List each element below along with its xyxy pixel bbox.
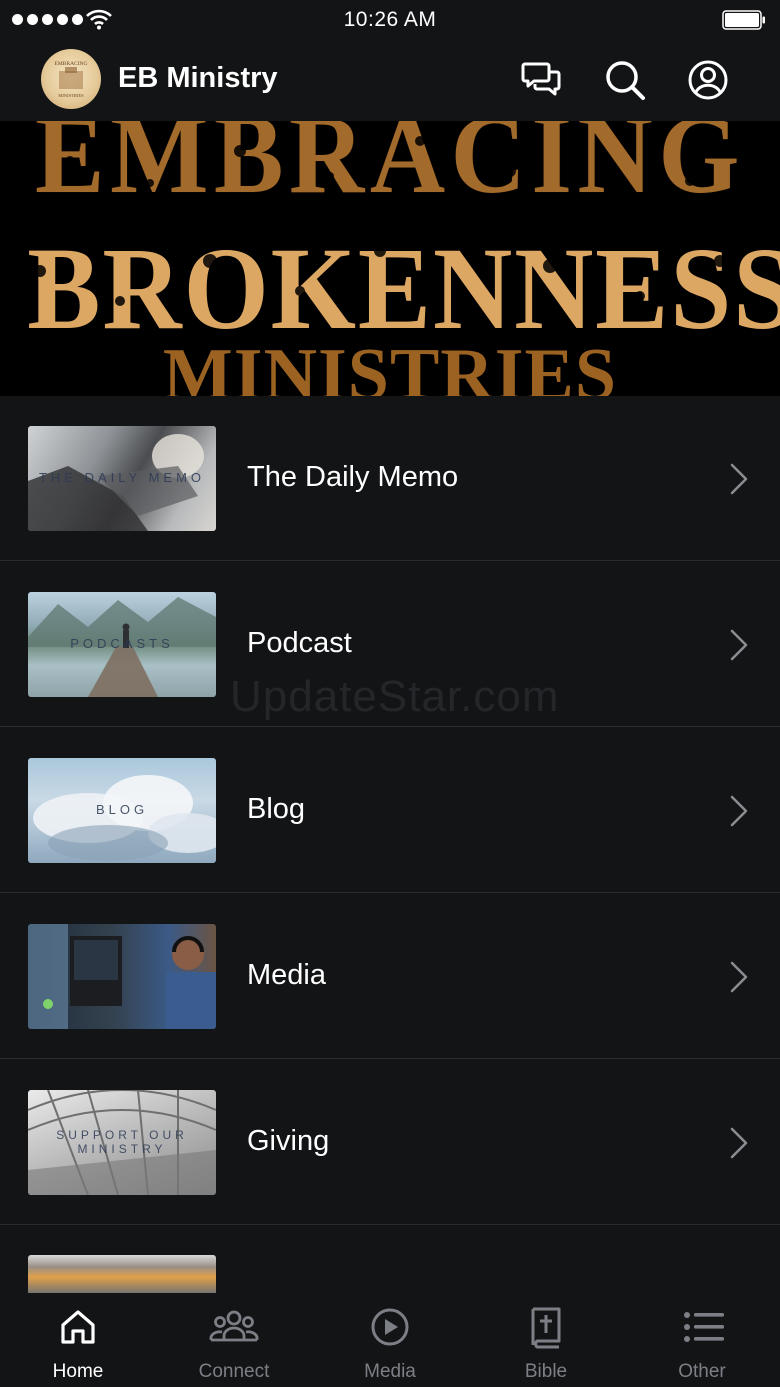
tab-other[interactable]: Other [624, 1293, 780, 1387]
blog-thumb-text: BLOG [95, 802, 149, 817]
bottom-tab-bar: Home Connect Media Bible Other [0, 1293, 780, 1387]
banner-grunge-texture [34, 136, 726, 383]
svg-text:EMBRACING: EMBRACING [54, 61, 87, 67]
people-icon [209, 1310, 259, 1342]
status-time: 10:26 AM [343, 8, 437, 31]
tab-other-label: Other [678, 1361, 726, 1382]
giving-label: Giving [247, 1125, 330, 1157]
list-item-podcast[interactable]: PODCASTS Podcast [0, 562, 780, 727]
play-icon [371, 1308, 409, 1346]
blog-thumbnail: BLOG [28, 758, 216, 863]
chevron-right-icon [730, 961, 748, 993]
daily-memo-label: The Daily Memo [247, 461, 459, 493]
list-item-partial[interactable] [0, 1226, 780, 1296]
ministry-logo-icon: EMBRACING MINISTRIES [54, 61, 87, 98]
tab-media-label: Media [364, 1361, 416, 1382]
daily-memo-thumbnail: THE DAILY MEMO [28, 426, 216, 531]
tab-home-label: Home [52, 1361, 104, 1382]
giving-thumb-text: SUPPORT OUR MINISTRY [56, 1128, 188, 1156]
ministry-banner: EMBRACING BROKENNESS MINISTRIES [0, 121, 780, 396]
chevron-right-icon [730, 463, 748, 495]
bible-icon [531, 1307, 561, 1349]
tab-connect[interactable]: Connect [156, 1293, 312, 1387]
tab-bible-label: Bible [524, 1361, 568, 1382]
tab-media[interactable]: Media [312, 1293, 468, 1387]
list-icon [684, 1312, 724, 1342]
tab-home[interactable]: Home [0, 1293, 156, 1387]
chevron-right-icon [730, 629, 748, 661]
chat-icon[interactable] [520, 58, 564, 102]
tab-connect-label: Connect [198, 1361, 270, 1382]
list-item-daily-memo[interactable]: THE DAILY MEMO The Daily Memo [0, 396, 780, 561]
status-bar: 10:26 AM [0, 0, 780, 40]
battery-icon [722, 10, 765, 30]
app-logo-avatar[interactable]: EMBRACING MINISTRIES [41, 49, 101, 109]
podcast-thumbnail: PODCASTS [28, 592, 216, 697]
chevron-right-icon [730, 1127, 748, 1159]
list-item-media[interactable]: Media [0, 894, 780, 1059]
home-icon [61, 1310, 95, 1344]
tab-bible[interactable]: Bible [468, 1293, 624, 1387]
daily-memo-thumb-text: THE DAILY MEMO [38, 470, 206, 485]
partial-item-thumbnail [28, 1255, 216, 1295]
account-icon[interactable] [686, 58, 730, 102]
podcast-thumb-text: PODCASTS [70, 636, 174, 651]
podcast-label: Podcast [247, 627, 352, 659]
svg-text:MINISTRIES: MINISTRIES [58, 93, 84, 98]
list-item-giving[interactable]: SUPPORT OUR MINISTRY Giving [0, 1060, 780, 1225]
app-title: EB Ministry [118, 62, 278, 94]
list-item-blog[interactable]: BLOG Blog [0, 728, 780, 893]
chevron-right-icon [730, 795, 748, 827]
blog-label: Blog [247, 793, 306, 825]
giving-thumbnail: SUPPORT OUR MINISTRY [28, 1090, 216, 1195]
app-header: EMBRACING MINISTRIES EB Ministry [0, 40, 780, 121]
media-label: Media [247, 959, 326, 991]
media-thumbnail [28, 924, 216, 1029]
search-icon[interactable] [603, 58, 647, 102]
